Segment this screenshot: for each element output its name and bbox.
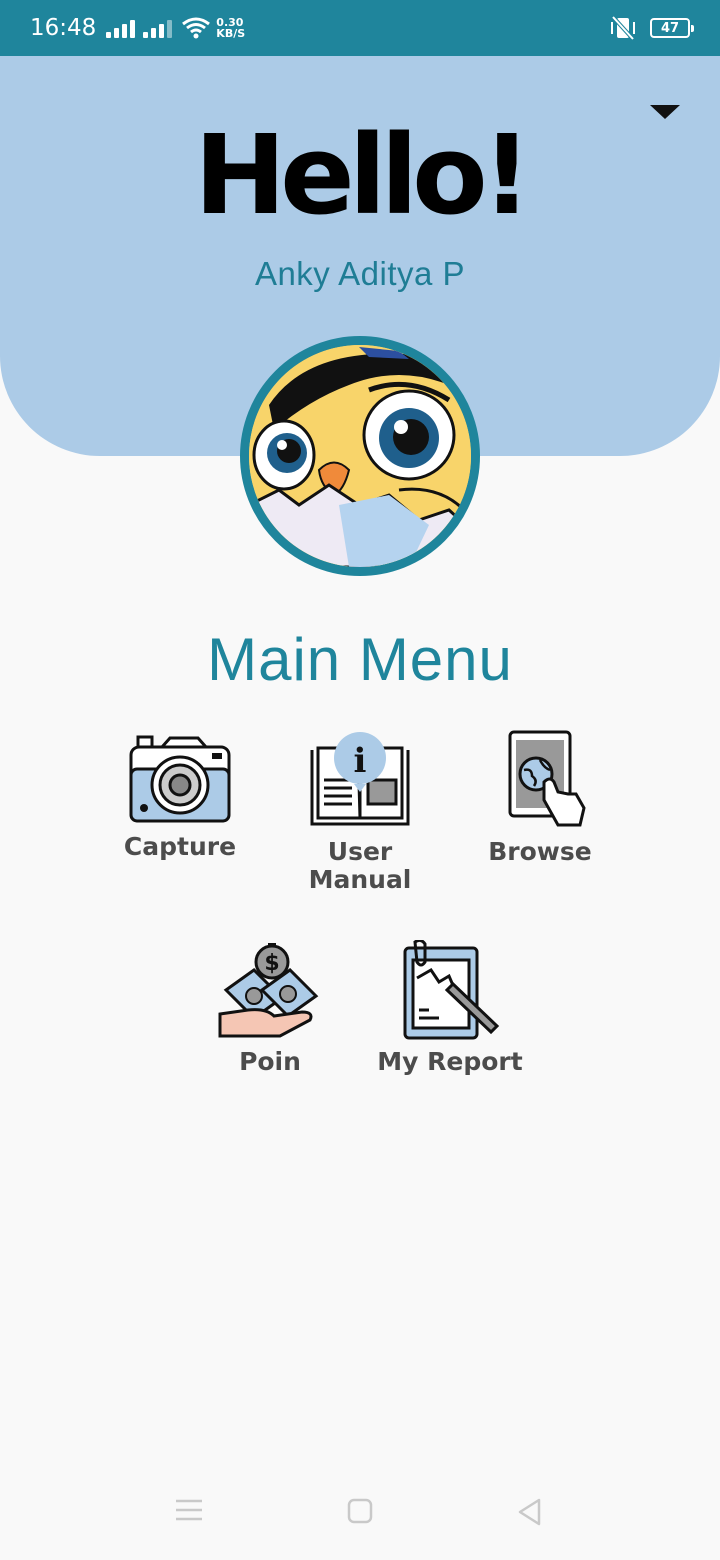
greeting-title: Hello! xyxy=(194,111,532,239)
status-bar: 16:48 0.30 KB/S 47 xyxy=(0,0,720,56)
menu-label-my-report: My Report xyxy=(377,1047,523,1076)
signal-icon xyxy=(106,18,136,38)
main-menu-title: Main Menu xyxy=(207,626,513,693)
menu-item-user-manual[interactable]: i User Manual xyxy=(270,730,450,894)
clipboard-report-icon xyxy=(403,940,500,1040)
user-name: Anky Aditya P xyxy=(254,255,466,292)
menu-item-capture[interactable]: Capture xyxy=(90,735,270,861)
svg-text:$: $ xyxy=(264,951,279,976)
svg-text:i: i xyxy=(354,741,367,781)
menu-label-browse: Browse xyxy=(488,837,592,866)
menu-item-poin[interactable]: $ Poin xyxy=(180,940,360,1076)
menu-icon[interactable] xyxy=(175,1498,203,1522)
wifi-icon xyxy=(182,17,211,39)
status-time: 16:48 xyxy=(30,15,97,41)
hand-money-icon: $ xyxy=(218,943,319,1038)
menu-item-my-report[interactable]: My Report xyxy=(360,940,540,1076)
net-speed-unit: KB/S xyxy=(216,27,246,40)
book-info-icon: i xyxy=(310,732,410,826)
menu-item-browse[interactable]: Browse xyxy=(450,730,630,866)
signal-icon xyxy=(143,18,173,38)
home-icon[interactable] xyxy=(347,1498,373,1524)
battery-icon: 47 xyxy=(650,18,694,38)
chick-avatar-icon xyxy=(249,345,471,567)
back-icon[interactable] xyxy=(517,1498,543,1526)
camera-icon xyxy=(129,735,231,823)
vibrate-mute-icon xyxy=(611,15,635,41)
menu-label-poin: Poin xyxy=(239,1047,301,1076)
menu-label-capture: Capture xyxy=(123,832,237,861)
menu-label-user-manual: User Manual xyxy=(308,837,412,894)
net-speed: 0.30 KB/S xyxy=(216,17,245,39)
tablet-globe-icon xyxy=(508,730,586,827)
battery-level: 47 xyxy=(660,20,680,36)
avatar[interactable] xyxy=(240,336,480,576)
navigation-bar xyxy=(0,1470,720,1560)
